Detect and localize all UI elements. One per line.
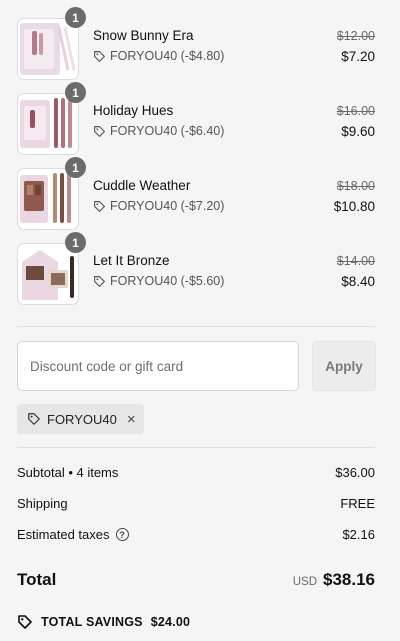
item-discount: FORYOU40 (-$7.20)	[93, 199, 224, 213]
item-discount: FORYOU40 (-$4.80)	[93, 49, 224, 63]
applied-discount-chip: FORYOU40 ×	[17, 404, 144, 434]
item-price: $9.60	[341, 124, 375, 139]
cart-item-holiday-hues: 1 Holiday Hues FORYOU40 (-$6.40) $16.00 …	[0, 82, 400, 155]
tag-icon	[94, 50, 105, 62]
item-compare-price: $14.00	[336, 254, 375, 268]
quantity-badge: 1	[65, 157, 86, 178]
info-icon[interactable]: ?	[115, 528, 129, 541]
item-discount-text: FORYOU40 (-$4.80)	[110, 49, 225, 63]
taxes-value: $2.16	[342, 527, 375, 542]
cart-item-cuddle-weather: 1 Cuddle Weather FORYOU40 (-$7.20) $18.0…	[0, 157, 400, 230]
subtotal-row: Subtotal • 4 items $36.00	[17, 465, 375, 480]
quantity-badge: 1	[65, 82, 86, 103]
discount-code-input[interactable]	[17, 341, 299, 391]
savings-label: TOTAL SAVINGS	[41, 615, 143, 629]
tag-icon	[94, 125, 105, 137]
product-thumbnail	[17, 93, 79, 155]
total-amount-group: USD $38.16	[293, 570, 375, 590]
currency-code: USD	[292, 576, 317, 588]
subtotal-value: $36.00	[335, 465, 375, 480]
item-name: Snow Bunny Era	[93, 28, 194, 43]
item-discount: FORYOU40 (-$6.40)	[93, 124, 224, 138]
shipping-label: Shipping	[17, 496, 68, 511]
product-thumbnail	[17, 18, 79, 80]
savings-tag-icon	[18, 615, 32, 629]
quantity-badge: 1	[65, 7, 86, 28]
quantity-badge: 1	[65, 232, 86, 253]
savings-value: $24.00	[150, 615, 191, 629]
shipping-value: FREE	[340, 496, 375, 511]
item-compare-price: $12.00	[336, 29, 375, 43]
product-thumbnail	[17, 243, 79, 305]
tag-icon	[94, 200, 105, 212]
item-name: Let It Bronze	[93, 253, 170, 268]
apply-button[interactable]: Apply	[312, 341, 376, 391]
item-name: Cuddle Weather	[93, 178, 191, 193]
divider	[17, 447, 375, 448]
total-row: Total USD $38.16	[17, 570, 375, 590]
tag-icon	[28, 413, 40, 425]
cart-item-snow-bunny-era: 1 Snow Bunny Era FORYOU40 (-$4.80) $12.0…	[0, 7, 400, 80]
shipping-row: Shipping FREE	[17, 496, 375, 511]
item-price: $8.40	[341, 274, 375, 289]
subtotal-label: Subtotal • 4 items	[17, 465, 119, 480]
total-savings: TOTAL SAVINGS $24.00	[17, 614, 190, 630]
total-value: $38.16	[323, 570, 375, 589]
item-discount-text: FORYOU40 (-$5.60)	[110, 274, 225, 288]
item-name: Holiday Hues	[93, 103, 174, 118]
applied-code-text: FORYOU40	[47, 411, 117, 427]
taxes-label: Estimated taxes	[17, 527, 110, 542]
product-thumbnail	[17, 168, 79, 230]
item-compare-price: $18.00	[336, 179, 375, 193]
total-label: Total	[17, 570, 57, 589]
divider	[17, 326, 375, 327]
item-price: $7.20	[341, 49, 375, 64]
item-discount-text: FORYOU40 (-$7.20)	[110, 199, 225, 213]
item-discount-text: FORYOU40 (-$6.40)	[110, 124, 225, 138]
taxes-row: Estimated taxes ? $2.16	[17, 527, 375, 542]
close-icon[interactable]: ×	[127, 411, 136, 428]
item-compare-price: $16.00	[336, 104, 375, 118]
cart-item-let-it-bronze: 1 Let It Bronze FORYOU40 (-$5.60) $14.00…	[0, 232, 400, 305]
tag-icon	[94, 275, 105, 287]
item-discount: FORYOU40 (-$5.60)	[93, 274, 224, 288]
item-price: $10.80	[333, 199, 375, 214]
taxes-label-group: Estimated taxes ?	[17, 527, 129, 542]
